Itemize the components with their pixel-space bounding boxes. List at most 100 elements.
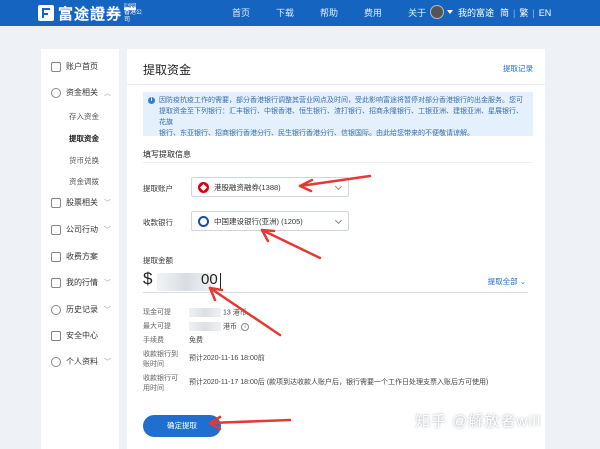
sidebar-subitem-currency-exchange[interactable]: 货币兑换	[69, 155, 99, 166]
sidebar-item-funds[interactable]: 资金相关	[51, 87, 98, 98]
amount-input[interactable]: $ 00 提取全部 ⌄	[143, 269, 528, 293]
withdraw-account-value: 港股融资融券(1388)	[214, 182, 281, 192]
logo-text: 富途證券	[58, 5, 123, 23]
avatar	[430, 5, 444, 19]
fee-icon	[51, 251, 61, 262]
sidebar-item-stocks[interactable]: 股票相关	[51, 197, 98, 208]
chevron-down-icon: ﹀	[104, 307, 111, 314]
futu-logo-icon	[38, 5, 54, 21]
divider	[143, 162, 533, 163]
currency-symbol: $	[143, 269, 153, 288]
sidebar-item-corporate-actions[interactable]: 公司行动	[51, 224, 98, 235]
logo-badge-top: 國際	[124, 2, 137, 10]
chevron-down-icon: ﹀	[104, 280, 111, 287]
notice-line: 因防疫抗疫工作的需要，部分香港银行调整其营业网点及时间，受此影响富途将暂停对部分…	[159, 97, 523, 104]
clock-icon	[51, 304, 61, 315]
sidebar-item-label: 资金相关	[66, 88, 98, 97]
funds-icon	[51, 87, 61, 98]
logo-badge-bottom: 香港公司	[124, 9, 143, 23]
sidebar-item-label: 我的行情	[66, 278, 98, 287]
nav-download[interactable]: 下载	[276, 0, 294, 26]
page-title: 提取资金	[143, 63, 192, 77]
info-icon[interactable]: i	[241, 322, 249, 331]
chevron-down-icon: ﹀	[104, 359, 111, 366]
chart-icon	[51, 277, 61, 288]
sidebar-subitem-deposit[interactable]: 存入资金	[69, 111, 99, 122]
chevron-down-icon: ﹀	[104, 227, 111, 234]
main-nav: 首页 下载 帮助 费用 关于	[232, 0, 452, 26]
info-value: 免费	[189, 337, 203, 344]
ccb-bank-icon	[198, 215, 209, 227]
chevron-down-icon	[447, 10, 453, 14]
language-switcher: 简 | 繁 | EN	[500, 0, 555, 26]
amount-value: 00	[201, 271, 218, 288]
sidebar-item-profile[interactable]: 个人资料	[51, 356, 98, 367]
chevron-down-icon	[334, 182, 343, 191]
info-label: 现金可提	[143, 309, 171, 316]
lang-divider: |	[513, 8, 516, 18]
sidebar-item-label: 股票相关	[66, 198, 98, 207]
lang-traditional[interactable]: 繁	[519, 0, 528, 26]
info-value: 13 港币	[189, 308, 247, 318]
sidebar-subitem-withdraw[interactable]: 提取资金	[69, 133, 99, 144]
notice-line: 提取资金至下列银行：汇丰银行、中银香港、恒生银行、渣打银行、招商永隆银行、工银亚…	[159, 108, 523, 126]
lang-english[interactable]: EN	[539, 0, 552, 26]
withdraw-history-link[interactable]: 提取记录	[503, 63, 533, 74]
sidebar-item-history[interactable]: 历史记录	[51, 304, 98, 315]
receiving-bank-value: 中国建设银行(亚洲) (1205)	[214, 216, 303, 226]
withdraw-account-label: 提取账户	[143, 184, 173, 193]
user-menu[interactable]: 我的富途	[430, 5, 494, 19]
redacted-value	[189, 308, 221, 317]
shield-icon	[51, 330, 61, 341]
notice-line: 银行、东亚银行、招商银行香港分行、民生银行香港分行、信银国际。由此给您带来的不便…	[159, 130, 474, 137]
withdraw-all-button[interactable]: 提取全部 ⌄	[488, 276, 526, 287]
sidebar-item-label: 账户首页	[66, 62, 98, 71]
withdraw-panel: 提取资金 提取记录 i 因防疫抗疫工作的需要，部分香港银行调整其营业网点及时间，…	[127, 49, 545, 449]
sidebar-item-label: 公司行动	[66, 225, 98, 234]
chevron-up-icon: ︿	[104, 90, 111, 97]
sidebar-subitem-fund-transfer[interactable]: 资金调拨	[69, 176, 99, 187]
info-label: 最大可提	[143, 323, 171, 330]
receiving-bank-label: 收款银行	[143, 218, 173, 227]
user-icon	[51, 356, 61, 367]
info-value-text: 港币	[223, 323, 237, 331]
redacted-value	[189, 322, 221, 331]
info-label: 收款银行到账时间	[143, 351, 178, 368]
sidebar-item-my-quotes[interactable]: 我的行情	[51, 277, 98, 288]
sidebar-item-fee-plans[interactable]: 收费方案	[51, 251, 98, 262]
info-label: 收款银行可用时间	[143, 375, 178, 392]
briefcase-icon	[51, 224, 61, 235]
nav-fees[interactable]: 费用	[364, 0, 382, 26]
sidebar-item-label: 历史记录	[66, 305, 98, 314]
notice-banner: i 因防疫抗疫工作的需要，部分香港银行调整其营业网点及时间，受此影响富途将暂停对…	[143, 92, 533, 137]
home-icon	[51, 61, 61, 72]
receiving-bank-select[interactable]: 中国建设银行(亚洲) (1205)	[191, 211, 349, 231]
chevron-down-icon: ⌄	[519, 277, 526, 286]
sidebar-item-label: 个人资料	[66, 357, 98, 366]
withdraw-all-label: 提取全部	[487, 277, 518, 286]
sidebar-item-security[interactable]: 安全中心	[51, 330, 98, 341]
section-title: 填写提取信息	[143, 150, 191, 159]
info-value-text: 13 港币	[223, 309, 247, 317]
sidebar: 账户首页 资金相关 ︿ 存入资金 提取资金 货币兑换 资金调拨 股票相关 ﹀ 公…	[41, 49, 119, 449]
nav-about[interactable]: 关于	[408, 0, 426, 26]
sidebar-item-account-home[interactable]: 账户首页	[51, 61, 98, 72]
nav-home[interactable]: 首页	[232, 0, 250, 26]
sidebar-item-label: 收费方案	[66, 252, 98, 261]
chevron-down-icon: ﹀	[104, 200, 111, 207]
chevron-down-icon	[334, 216, 343, 225]
watermark: 知乎 @解放者will	[415, 413, 542, 430]
withdraw-account-select[interactable]: 港股融资融券(1388)	[191, 177, 349, 197]
divider	[127, 84, 545, 85]
info-value: 预计2020-11-16 18:00前	[189, 355, 265, 362]
logo-badge: 國際 香港公司	[124, 2, 146, 24]
futu-logo[interactable]: 富途證券 國際 香港公司	[38, 2, 146, 24]
nav-help[interactable]: 帮助	[320, 0, 338, 26]
sidebar-item-label: 安全中心	[66, 331, 98, 340]
lang-simplified[interactable]: 简	[500, 0, 509, 26]
amount-label: 提取金额	[143, 256, 173, 265]
top-navigation-bar: 富途證券 國際 香港公司 首页 下载 帮助 费用 关于 我的富途 简 | 繁 |…	[0, 0, 600, 26]
info-icon: i	[148, 97, 155, 104]
user-menu-label: 我的富途	[458, 7, 495, 18]
confirm-withdraw-button[interactable]: 确定提取	[143, 415, 221, 437]
